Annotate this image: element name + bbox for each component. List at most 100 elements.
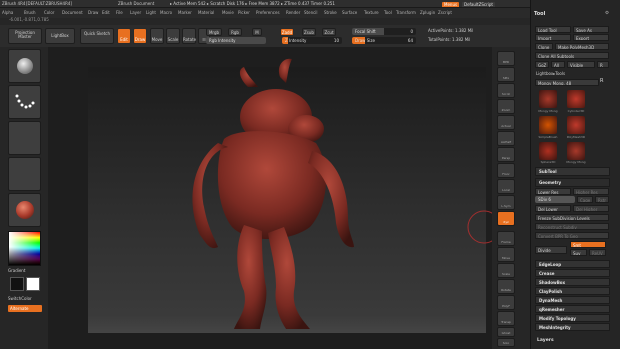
sdiv-slider[interactable]: SDiv 6 [535,196,575,203]
quick-sketch-button[interactable]: Quick Sketch [80,28,114,44]
menu-item[interactable]: Zplugin [420,11,435,15]
tool-thumb-simplebrush[interactable] [539,116,557,134]
load-tool-button[interactable]: Load Tool [535,26,571,33]
menu-item[interactable]: File [116,11,123,15]
tool-thumb-cylinder[interactable] [567,90,585,108]
solo-button[interactable]: Solo [497,338,515,347]
make-polymesh-button[interactable]: Make PolyMesh3D [555,43,609,50]
color-picker[interactable] [8,231,41,266]
tool-thumb-mongy[interactable] [539,90,557,108]
menu-item[interactable]: Surface [342,11,357,15]
menu-item[interactable]: Preferences [256,11,280,15]
document-viewport[interactable] [48,47,492,349]
menu-item[interactable]: Macro [160,11,172,15]
cage-button[interactable]: Cage [577,196,593,203]
tool-thumb-sphere[interactable] [539,142,557,160]
edgeloop-section[interactable]: EdgeLoop [535,260,610,268]
reconstruct-subdiv-button[interactable]: Reconstruct Subdiv [535,223,609,230]
del-lower-button[interactable]: Del Lower [535,205,571,212]
move-button[interactable]: Move [150,28,164,44]
stroke-selector[interactable] [8,85,41,119]
frame-button[interactable]: Frame [497,231,515,246]
clone-button[interactable]: Clone [535,43,553,50]
persp-button[interactable]: Persp [497,147,515,162]
switch-color-label[interactable]: SwitchColor [8,297,32,301]
goz-button[interactable]: GoZ [535,61,549,68]
lower-res-button[interactable]: Lower Res [535,188,571,195]
menu-item[interactable]: Layer [130,11,141,15]
subtool-section[interactable]: SubTool [535,167,610,176]
lightbox-tools-link[interactable]: Lightbox▸Tools [536,72,565,76]
smt-toggle[interactable]: Smt [570,241,606,248]
menu-item[interactable]: Color [44,11,54,15]
suv-toggle[interactable]: Suv [570,249,587,256]
ghost-button[interactable]: Ghost [497,327,515,337]
menu-item[interactable]: Movie [222,11,234,15]
rotate-view-button[interactable]: Rotate [497,279,515,294]
modify-topology-section[interactable]: Modify Topology [535,314,610,322]
shadowbox-section[interactable]: ShadowBox [535,278,610,286]
tool-thumb-polymesh[interactable] [567,116,585,134]
spix-button[interactable]: SPix [497,67,515,82]
dynamesh-section[interactable]: DynaMesh [535,296,610,304]
polyf-button[interactable]: PolyF [497,295,515,310]
creature-model[interactable] [48,47,492,349]
focal-shift-slider[interactable]: Focal Shift 0 [352,28,416,35]
menu-item[interactable]: Stencil [304,11,318,15]
reuv-toggle[interactable]: ReUV [589,249,606,256]
menu-item[interactable]: Transform [396,11,416,15]
menu-item[interactable]: Document [62,11,83,15]
zcut-button[interactable]: Zcut [322,28,336,36]
qremesher-section[interactable]: qRemesher [535,305,610,313]
geometry-section[interactable]: Geometry [535,178,610,187]
alternate-button[interactable]: Alternate [8,305,42,312]
claypolish-section[interactable]: ClayPolish [535,287,610,295]
rgb-button[interactable]: Rgb [228,28,242,36]
menu-item[interactable]: Stroke [324,11,337,15]
menu-item[interactable]: Edit [102,11,110,15]
save-as-button[interactable]: Save As [573,26,609,33]
scale-button[interactable]: Scale [166,28,180,44]
material-selector[interactable] [8,193,41,227]
menu-item[interactable]: Marker [178,11,192,15]
floor-button[interactable]: Floor [497,163,515,178]
menu-item[interactable]: Picker [238,11,250,15]
main-color-swatch[interactable] [26,277,40,291]
menu-item[interactable]: Draw [88,11,98,15]
export-button[interactable]: Export [573,34,609,41]
settings-icon[interactable]: ⚙ [605,11,609,17]
menu-item[interactable]: Texture [364,11,379,15]
divide-button[interactable]: Divide [535,246,567,254]
zoom-button[interactable]: Zoom [497,99,515,114]
r-small-button[interactable]: R [600,79,603,84]
zadd-button[interactable]: Zadd [280,28,294,36]
local-button[interactable]: Local [497,179,515,194]
actual-button[interactable]: Actual [497,115,515,130]
crease-section[interactable]: Crease [535,269,610,277]
xyz-button[interactable]: Xyz [497,211,515,226]
move-view-button[interactable]: Move [497,247,515,262]
scroll-button[interactable]: Scroll [497,83,515,98]
freeze-subdivision-button[interactable]: Freeze SubDivision Levels [535,214,609,221]
z-intensity-slider[interactable]: Z Intensity 10 [282,37,342,44]
visible-button[interactable]: Visible [567,61,595,68]
menu-item[interactable]: Tool [384,11,392,15]
higher-res-button[interactable]: Higher Res [573,188,609,195]
lsym-button[interactable]: L.Sym [497,195,515,210]
brush-selector[interactable] [8,49,41,83]
mrgb-button[interactable]: Mrgb [206,28,222,36]
layers-section[interactable]: Layers [537,338,554,344]
menu-item[interactable]: Light [146,11,156,15]
tool-thumb-mongy-2[interactable] [567,142,585,160]
secondary-color-swatch[interactable] [10,277,24,291]
draw-button[interactable]: Draw [133,28,147,44]
import-button[interactable]: Import [535,34,571,41]
transp-button[interactable]: Transp [497,311,515,326]
clone-all-subtools-button[interactable]: Clone All Subtools [535,52,609,59]
m-button[interactable]: M [252,28,262,36]
draw-size-slider[interactable]: Draw Size 64 [352,37,416,44]
zsub-button[interactable]: Zsub [302,28,316,36]
rstr-button[interactable]: Rstr [595,196,609,203]
scale-view-button[interactable]: Scale [497,263,515,278]
bpr-button[interactable]: BPR [497,51,515,66]
